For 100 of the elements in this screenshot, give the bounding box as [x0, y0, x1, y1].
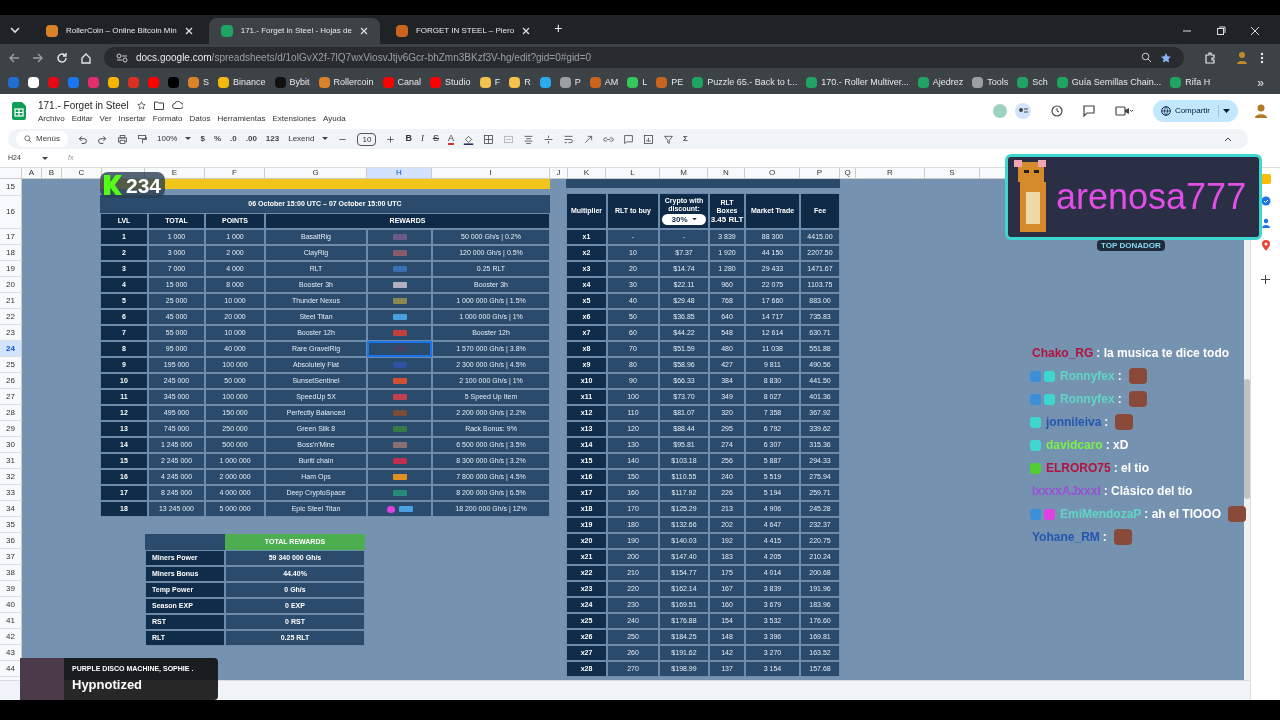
bookmark[interactable]: R	[509, 73, 531, 92]
history-icon[interactable]	[1050, 105, 1063, 117]
row-number[interactable]: 20	[0, 277, 21, 293]
bookmark[interactable]: Rifa H	[1170, 73, 1211, 92]
new-tab-button[interactable]: +	[554, 18, 563, 39]
column-header[interactable]: H	[367, 168, 432, 178]
italic-button[interactable]: I	[420, 132, 424, 146]
bookmark[interactable]: F	[479, 73, 501, 92]
column-header[interactable]: P	[800, 168, 840, 178]
close-icon[interactable]	[1250, 26, 1260, 36]
plus-icon[interactable]	[1261, 275, 1270, 284]
bookmark[interactable]: Bybit	[274, 73, 310, 92]
bookmark[interactable]: Rollercoin	[318, 73, 374, 92]
text-wrap-icon[interactable]	[562, 133, 574, 145]
text-color-button[interactable]: A	[447, 133, 454, 145]
borders-icon[interactable]	[482, 133, 494, 145]
row-number[interactable]: 33	[0, 485, 21, 501]
row-number[interactable]: 29	[0, 421, 21, 437]
menu-icon[interactable]	[1260, 51, 1264, 64]
merge-cells-icon[interactable]	[502, 133, 514, 145]
row-number[interactable]: 21	[0, 293, 21, 309]
zoom-icon[interactable]	[1141, 52, 1152, 63]
font-size-field[interactable]: 10	[357, 132, 377, 146]
bookmark[interactable]: Guía Semillas Chain...	[1056, 73, 1162, 92]
vertical-align-icon[interactable]	[542, 133, 554, 145]
bookmark[interactable]: Sch	[1017, 73, 1048, 92]
paint-roller-icon[interactable]	[137, 133, 148, 145]
column-header[interactable]: F	[205, 168, 265, 178]
align-icon[interactable]	[522, 133, 534, 145]
bookmark[interactable]: Ajedrez	[917, 73, 964, 92]
row-number[interactable]: 34	[0, 501, 21, 517]
bookmark[interactable]: P	[559, 73, 581, 92]
table-cell[interactable]	[367, 277, 432, 293]
close-icon[interactable]	[184, 27, 193, 35]
star-icon[interactable]	[136, 100, 146, 110]
format-button[interactable]: .0	[230, 133, 237, 145]
table-cell[interactable]	[367, 437, 432, 453]
table-cell[interactable]	[367, 421, 432, 437]
row-number[interactable]: 38	[0, 565, 21, 581]
more-bookmarks-button[interactable]: »	[1257, 73, 1264, 92]
cloud-icon[interactable]	[171, 101, 183, 109]
row-number[interactable]: 15	[0, 179, 21, 196]
table-cell[interactable]	[367, 485, 432, 501]
bookmark[interactable]: AM	[589, 73, 619, 92]
table-cell[interactable]	[367, 373, 432, 389]
row-number[interactable]: 31	[0, 453, 21, 469]
video-call-icon[interactable]	[1114, 106, 1133, 116]
dropdown[interactable]: 100%	[157, 133, 192, 145]
contacts-icon[interactable]	[1260, 218, 1271, 228]
row-number[interactable]: 25	[0, 357, 21, 373]
table-cell[interactable]	[367, 357, 432, 373]
strikethrough-button[interactable]: S	[432, 132, 439, 146]
chart-icon[interactable]	[642, 133, 654, 145]
print-icon[interactable]	[117, 133, 128, 145]
table-cell[interactable]	[367, 229, 432, 245]
address-bar[interactable]: docs.google.com/spreadsheets/d/1olGvX2f-7lQ7wxViosvJtjv6Gcr-bhZmn3BKzf3V-hg/edit?gid=0#gid=0	[104, 47, 1184, 68]
close-icon[interactable]	[522, 27, 531, 35]
row-number[interactable]: 27	[0, 389, 21, 405]
row-number[interactable]: 37	[0, 549, 21, 565]
menu-item[interactable]: Insertar	[118, 112, 146, 125]
menu-item[interactable]: Formato	[152, 112, 183, 125]
row-number[interactable]: 42	[0, 629, 21, 645]
map-pin-icon[interactable]	[1261, 240, 1270, 251]
fill-color-icon[interactable]	[462, 133, 474, 145]
table-cell[interactable]	[367, 469, 432, 485]
row-number[interactable]: 22	[0, 309, 21, 325]
bookmark[interactable]: L	[627, 73, 648, 92]
column-header[interactable]: O	[745, 168, 800, 178]
row-number[interactable]: 17	[0, 229, 21, 245]
row-number[interactable]: 26	[0, 373, 21, 389]
back-icon[interactable]	[8, 51, 20, 64]
table-cell[interactable]	[367, 341, 432, 357]
column-header[interactable]: Q	[840, 168, 856, 178]
table-cell[interactable]	[367, 453, 432, 469]
restore-icon[interactable]	[1216, 26, 1226, 36]
menu-item[interactable]: Datos	[189, 112, 211, 125]
column-header[interactable]: N	[708, 168, 745, 178]
menu-search-field[interactable]: Menús	[16, 131, 68, 147]
row-number[interactable]: 16	[0, 196, 21, 229]
table-cell[interactable]	[367, 501, 432, 517]
row-number[interactable]: 30	[0, 437, 21, 453]
menu-item[interactable]: Ver	[99, 112, 112, 125]
site-info-icon[interactable]	[116, 52, 128, 63]
browser-tab[interactable]: RollerCoin – Online Bitcoin Min	[34, 18, 205, 44]
column-header[interactable]: M	[660, 168, 708, 178]
bookmark[interactable]: Studio	[430, 73, 471, 92]
browser-tab[interactable]: FORGET IN STEEL – Piero	[383, 18, 543, 44]
table-cell[interactable]	[367, 389, 432, 405]
format-button[interactable]: $	[200, 133, 205, 145]
browser-tab[interactable]: 171.- Forget in Steel - Hojas de	[208, 18, 380, 44]
menu-item[interactable]: Herramientas	[217, 112, 266, 125]
bookmark[interactable]: Binance	[218, 73, 266, 92]
table-cell[interactable]	[367, 309, 432, 325]
extensions-icon[interactable]	[1204, 51, 1216, 64]
bookmark[interactable]: Puzzle 65.- Back to t...	[692, 73, 798, 92]
undo-icon[interactable]	[77, 133, 88, 145]
table-cell[interactable]	[367, 293, 432, 309]
bookmark[interactable]: Tools	[972, 73, 1009, 92]
folder-icon[interactable]	[153, 100, 164, 110]
column-header[interactable]: R	[856, 168, 925, 178]
